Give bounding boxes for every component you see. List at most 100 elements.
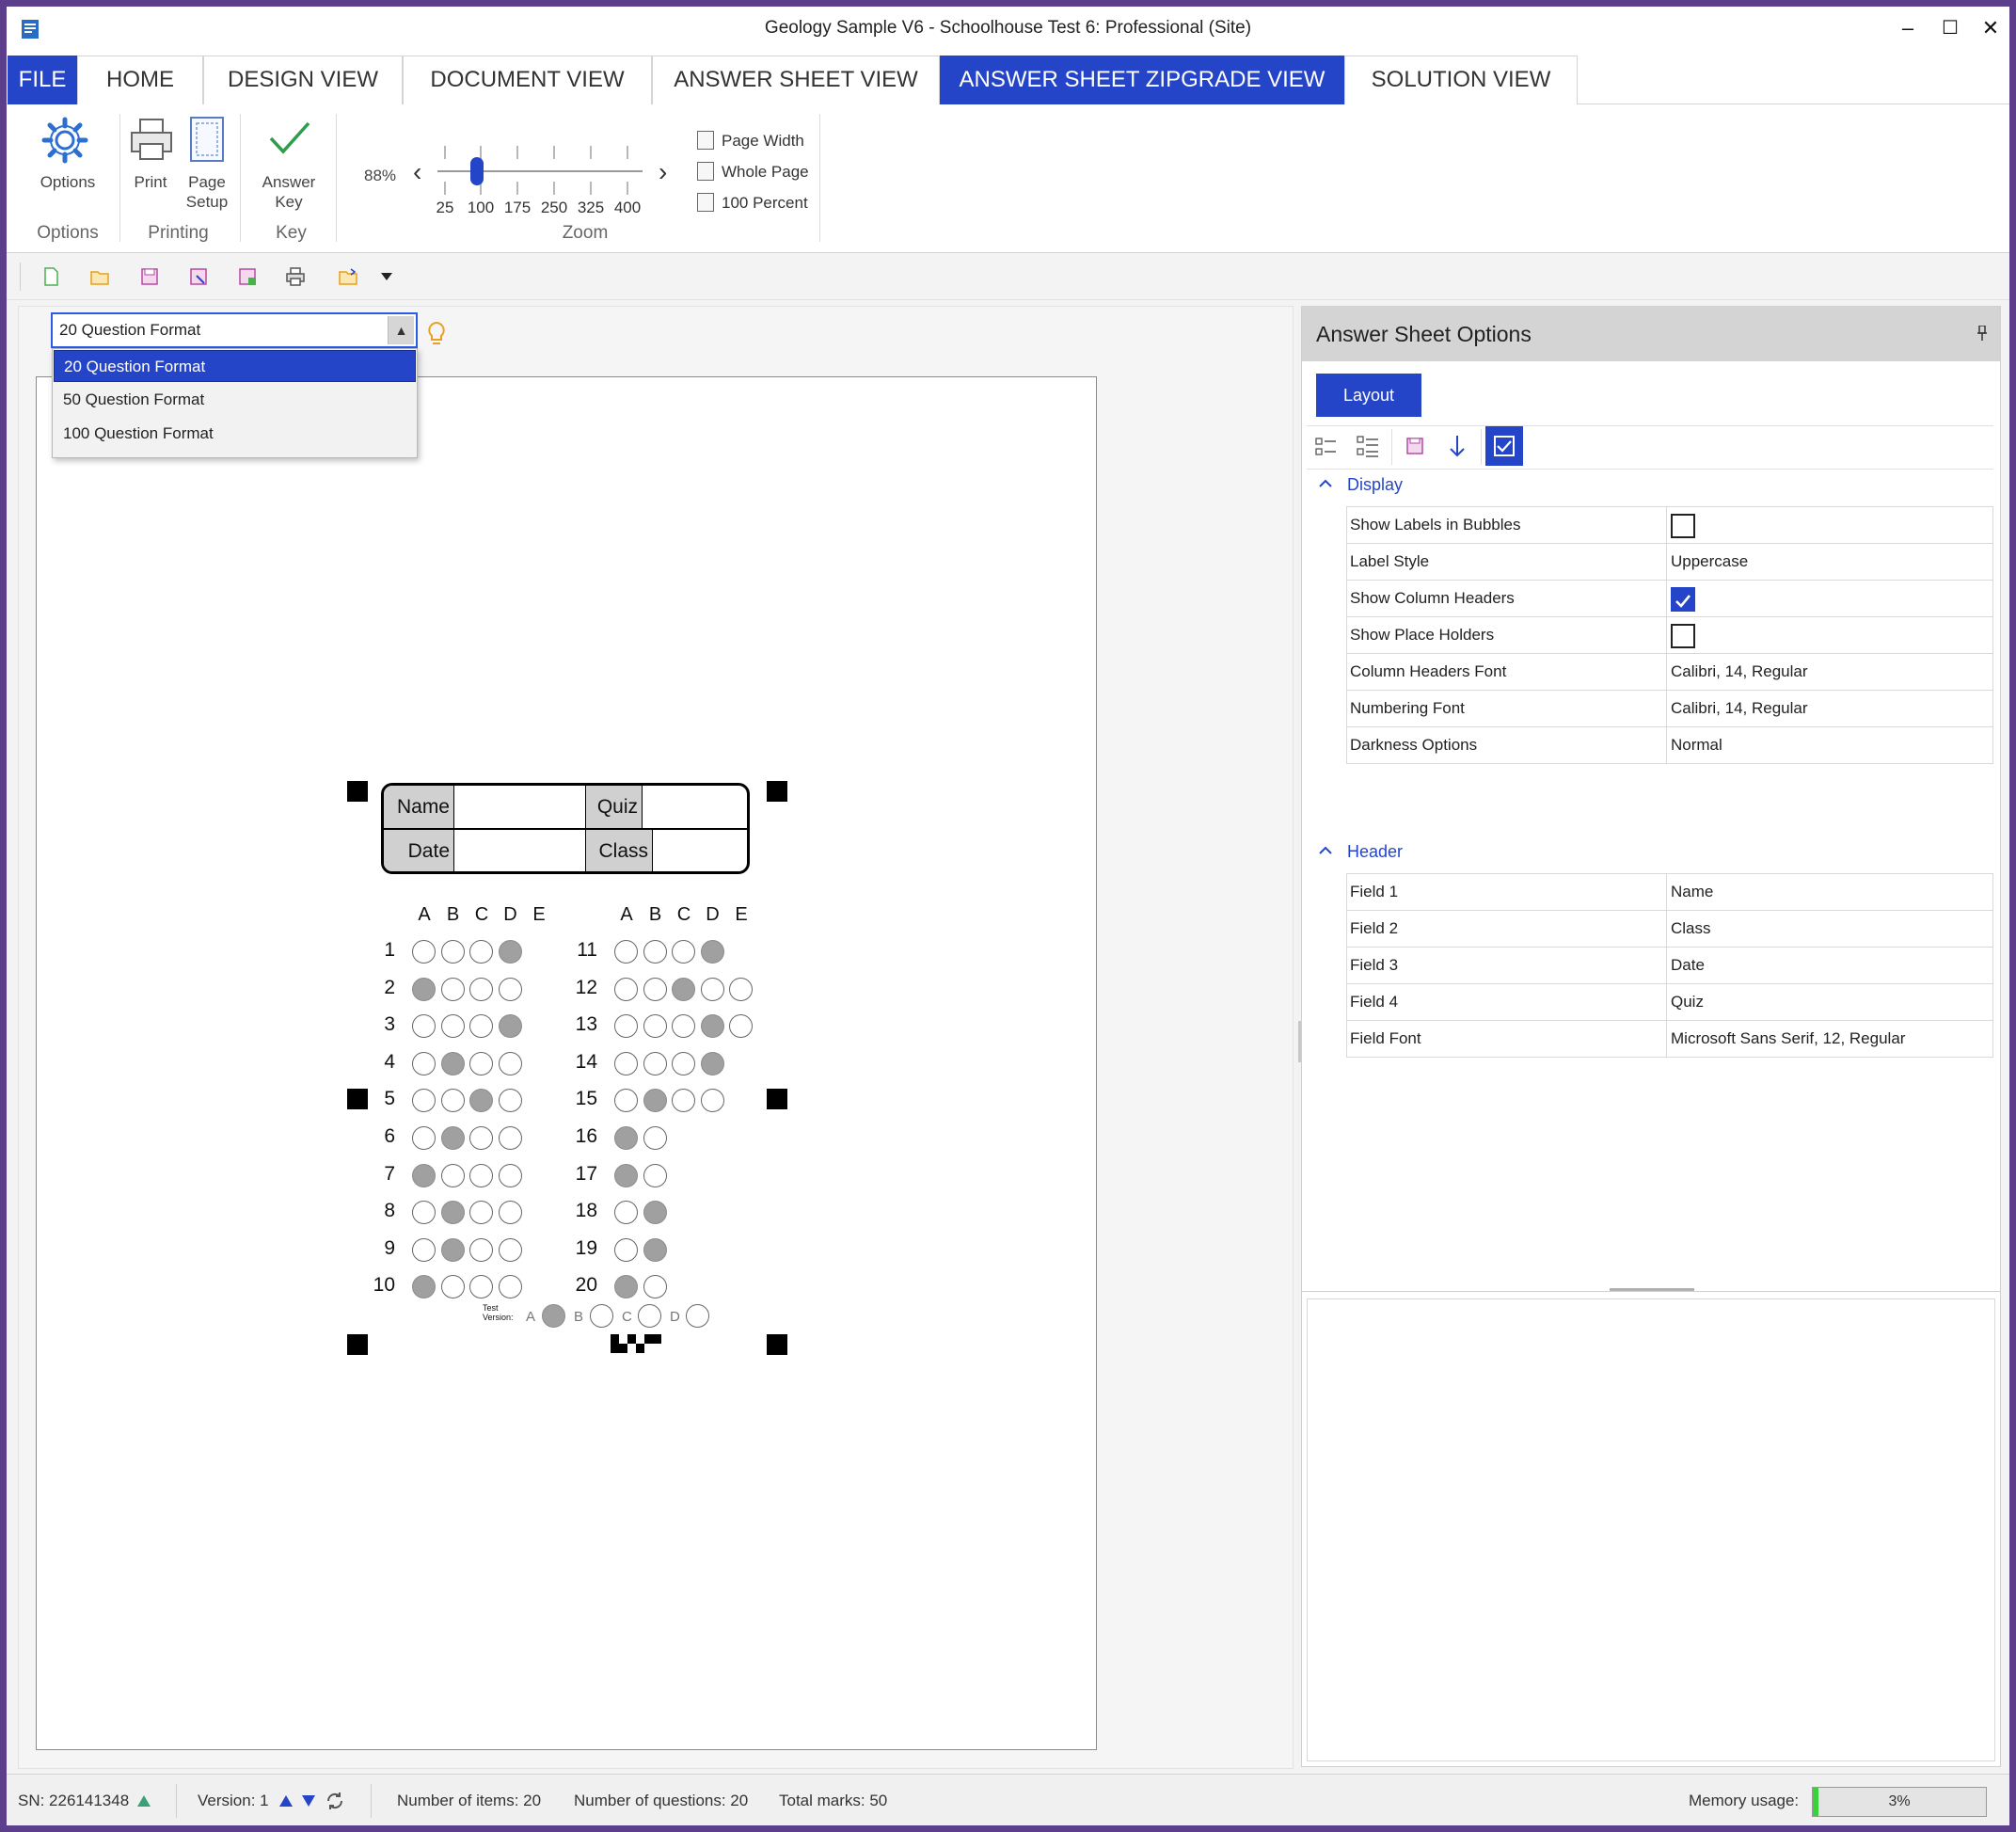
serial-up-icon[interactable] bbox=[137, 1795, 151, 1807]
answer-bubble[interactable] bbox=[643, 1163, 667, 1187]
answer-bubble[interactable] bbox=[469, 1126, 493, 1150]
new-file-icon[interactable] bbox=[40, 266, 61, 287]
options-ribbon-button[interactable]: Options bbox=[25, 116, 110, 210]
answer-bubble[interactable] bbox=[469, 1163, 493, 1187]
property-checkbox-cell[interactable] bbox=[1668, 581, 1993, 616]
property-value[interactable]: Date bbox=[1668, 948, 1993, 983]
property-row[interactable]: Numbering Font Calibri, 14, Regular bbox=[1347, 691, 1993, 727]
answer-bubble[interactable] bbox=[440, 1089, 465, 1113]
zoom-out-chevron-icon[interactable]: ‹ bbox=[413, 157, 421, 187]
open-recent-icon[interactable] bbox=[338, 266, 358, 287]
property-row[interactable]: Label Style Uppercase bbox=[1347, 544, 1993, 581]
property-checkbox[interactable] bbox=[1671, 624, 1695, 648]
answer-bubble[interactable] bbox=[643, 1201, 667, 1225]
format-combobox[interactable]: 20 Question Format ▲ bbox=[51, 312, 418, 348]
answer-bubble[interactable] bbox=[498, 1201, 522, 1225]
minimize-button[interactable]: – bbox=[1891, 12, 1925, 44]
answer-bubble[interactable] bbox=[469, 977, 493, 1001]
panel-resize-grip[interactable] bbox=[1610, 1288, 1694, 1291]
answer-bubble[interactable] bbox=[614, 1163, 638, 1187]
maximize-button[interactable]: ☐ bbox=[1933, 12, 1967, 44]
answer-bubble[interactable] bbox=[440, 977, 465, 1001]
answer-bubble[interactable] bbox=[498, 1014, 522, 1039]
answer-bubble[interactable] bbox=[498, 1237, 522, 1262]
arrow-down-icon[interactable] bbox=[1438, 426, 1476, 466]
answer-bubble[interactable] bbox=[729, 977, 753, 1001]
answer-bubble[interactable] bbox=[498, 940, 522, 964]
answer-bubble[interactable] bbox=[700, 1089, 724, 1113]
answer-bubble[interactable] bbox=[440, 1051, 465, 1075]
property-value[interactable]: Name bbox=[1668, 874, 1993, 910]
close-button[interactable]: ✕ bbox=[1974, 12, 2008, 44]
answer-bubble[interactable] bbox=[643, 977, 667, 1001]
customize-dropdown-icon[interactable] bbox=[376, 266, 397, 287]
property-row[interactable]: Column Headers Font Calibri, 14, Regular bbox=[1347, 654, 1993, 691]
answer-bubble[interactable] bbox=[440, 1237, 465, 1262]
whole-page-button[interactable]: Whole Page bbox=[697, 162, 809, 182]
answer-bubble[interactable] bbox=[469, 1237, 493, 1262]
property-row[interactable]: Darkness Options Normal bbox=[1347, 727, 1993, 764]
answer-bubble[interactable] bbox=[643, 1089, 667, 1113]
answer-bubble[interactable] bbox=[412, 1051, 436, 1075]
print-ribbon-button[interactable]: Print bbox=[123, 116, 178, 210]
property-value[interactable]: Microsoft Sans Serif, 12, Regular bbox=[1668, 1021, 1993, 1057]
answer-bubble[interactable] bbox=[643, 1275, 667, 1299]
property-row[interactable]: Show Place Holders bbox=[1347, 617, 1993, 654]
chevron-up-icon[interactable] bbox=[1317, 845, 1334, 856]
print-icon[interactable] bbox=[285, 266, 306, 287]
answer-bubble[interactable] bbox=[614, 1051, 638, 1075]
property-row[interactable]: Show Column Headers bbox=[1347, 581, 1993, 617]
test-version-bubble[interactable] bbox=[686, 1304, 709, 1328]
display-section-header[interactable]: Display bbox=[1347, 475, 1403, 495]
answer-bubble[interactable] bbox=[440, 1275, 465, 1299]
property-row[interactable]: Show Labels in Bubbles bbox=[1347, 507, 1993, 544]
test-version-bubble[interactable] bbox=[590, 1304, 613, 1328]
zoom-in-chevron-icon[interactable]: › bbox=[659, 157, 667, 187]
property-value[interactable]: Normal bbox=[1668, 727, 1993, 763]
answer-bubble[interactable] bbox=[412, 1237, 436, 1262]
property-checkbox[interactable] bbox=[1671, 514, 1695, 538]
categorized-view-icon[interactable] bbox=[1307, 426, 1344, 466]
layout-tab[interactable]: Layout bbox=[1316, 374, 1421, 417]
tab-file[interactable]: FILE bbox=[8, 56, 77, 104]
format-option-50[interactable]: 50 Question Format bbox=[54, 384, 416, 416]
format-option-20[interactable]: 20 Question Format bbox=[54, 350, 416, 382]
zoom-slider-track[interactable] bbox=[437, 170, 643, 172]
page-width-button[interactable]: Page Width bbox=[697, 131, 804, 151]
answer-bubble[interactable] bbox=[672, 940, 695, 964]
answer-bubble[interactable] bbox=[498, 1275, 522, 1299]
property-row[interactable]: Field 3 Date bbox=[1347, 948, 1993, 984]
answer-bubble[interactable] bbox=[412, 977, 436, 1001]
pin-icon[interactable] bbox=[1977, 326, 1987, 341]
header-section-header[interactable]: Header bbox=[1347, 842, 1403, 862]
open-folder-icon[interactable] bbox=[89, 266, 110, 287]
property-checkbox[interactable] bbox=[1671, 587, 1695, 612]
answer-bubble[interactable] bbox=[440, 1014, 465, 1039]
save-settings-icon[interactable] bbox=[1396, 426, 1434, 466]
page-setup-ribbon-button[interactable]: Page Setup bbox=[180, 116, 234, 211]
answer-bubble[interactable] bbox=[614, 940, 638, 964]
answer-bubble[interactable] bbox=[440, 1126, 465, 1150]
answer-bubble[interactable] bbox=[672, 1051, 695, 1075]
answer-bubble[interactable] bbox=[412, 1126, 436, 1150]
save-as-icon[interactable] bbox=[188, 266, 209, 287]
property-row[interactable]: Field 2 Class bbox=[1347, 911, 1993, 948]
save-icon[interactable] bbox=[139, 266, 160, 287]
zoom-slider-thumb[interactable] bbox=[470, 157, 484, 185]
answer-bubble[interactable] bbox=[498, 977, 522, 1001]
answer-bubble[interactable] bbox=[440, 1163, 465, 1187]
tab-solution-view[interactable]: SOLUTION VIEW bbox=[1344, 56, 1578, 104]
property-checkbox-cell[interactable] bbox=[1668, 617, 1993, 653]
version-down-icon[interactable] bbox=[302, 1795, 315, 1807]
refresh-icon[interactable] bbox=[325, 1791, 345, 1811]
answer-bubble[interactable] bbox=[614, 977, 638, 1001]
property-value[interactable]: Class bbox=[1668, 911, 1993, 947]
property-row[interactable]: Field 1 Name bbox=[1347, 874, 1993, 911]
property-value[interactable]: Uppercase bbox=[1668, 544, 1993, 580]
answer-bubble[interactable] bbox=[643, 1051, 667, 1075]
test-version-bubble[interactable] bbox=[542, 1304, 565, 1328]
property-checkbox-cell[interactable] bbox=[1668, 507, 1993, 543]
property-value[interactable]: Calibri, 14, Regular bbox=[1668, 654, 1993, 690]
answer-bubble[interactable] bbox=[498, 1051, 522, 1075]
tab-document-view[interactable]: DOCUMENT VIEW bbox=[403, 56, 652, 104]
